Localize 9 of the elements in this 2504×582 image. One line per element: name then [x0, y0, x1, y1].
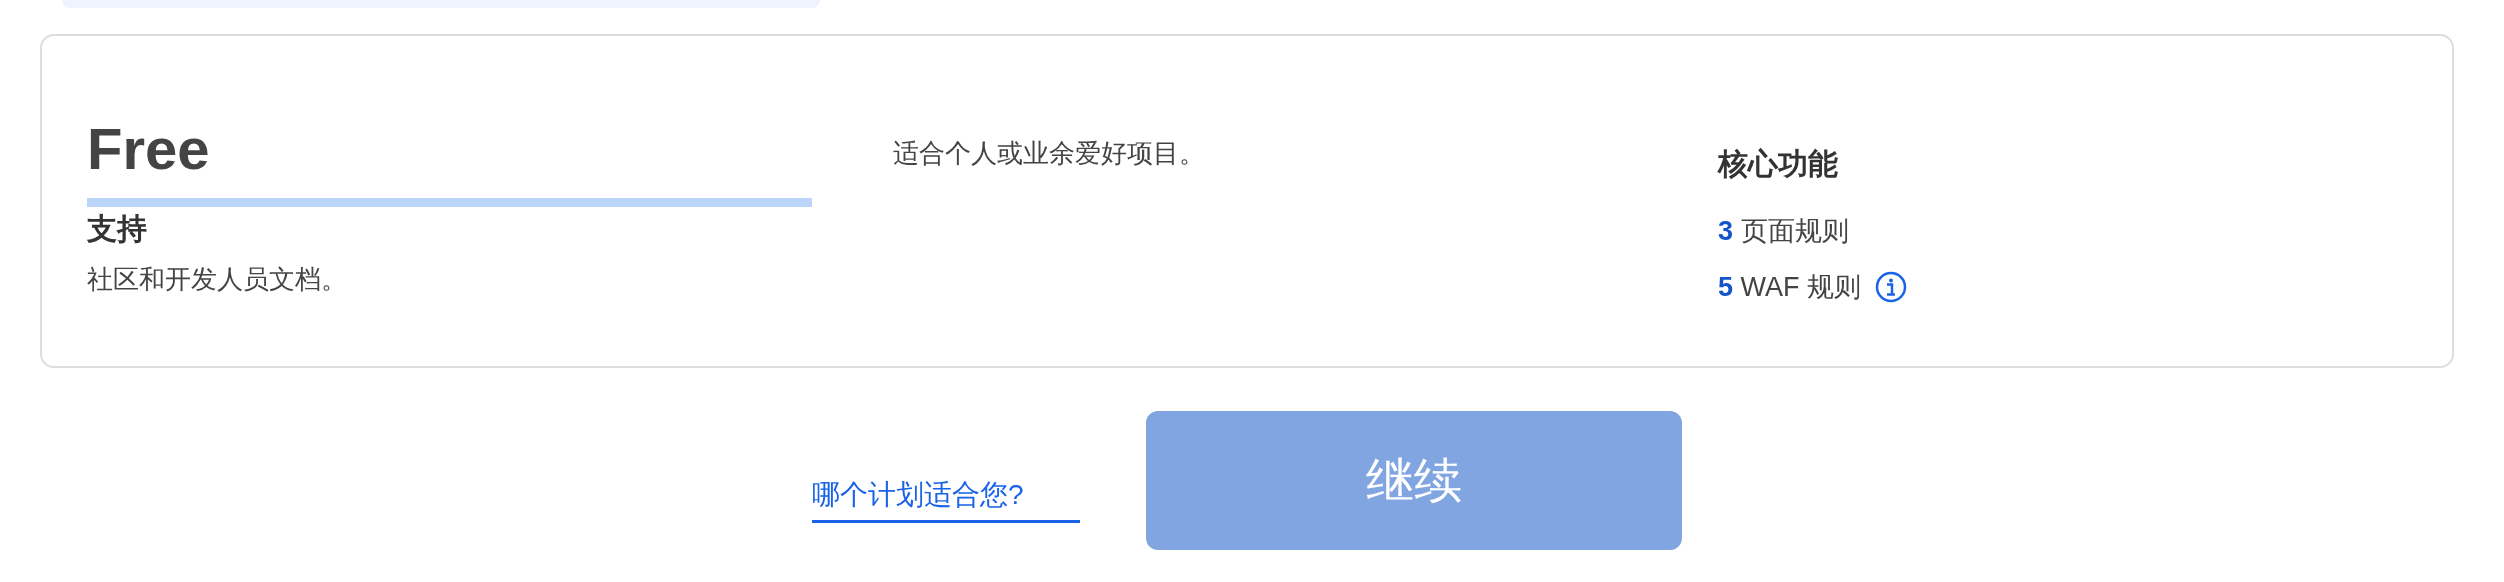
plan-name: Free [87, 120, 211, 178]
info-icon[interactable] [1875, 271, 1908, 303]
features-title: 核心功能 [1718, 146, 1838, 182]
support-title: 支持 [87, 211, 147, 247]
support-text: 社区和开发人员文档。 [87, 263, 348, 296]
plan-description: 适合个人或业余爱好项目。 [893, 137, 1206, 170]
feature-text: 5 WAF 规则 [1718, 271, 1862, 304]
help-link[interactable]: 哪个计划适合您? [812, 476, 1080, 523]
feature-text: 3 页面规则 [1718, 215, 1849, 248]
